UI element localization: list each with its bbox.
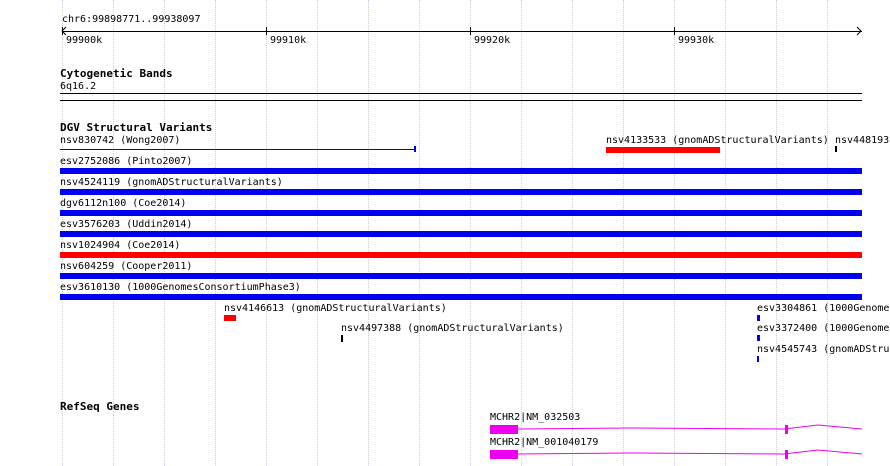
- variant-bar[interactable]: [60, 273, 862, 279]
- variant-label[interactable]: esv2752086 (Pinto2007): [60, 156, 192, 168]
- variant-end-tick: [414, 146, 416, 152]
- transcript-exon[interactable]: [490, 450, 518, 459]
- variant-bar[interactable]: [60, 210, 862, 216]
- ruler-tick-label: 99910k: [270, 35, 307, 46]
- variant-mark[interactable]: [835, 146, 837, 152]
- variant-bar[interactable]: [60, 294, 862, 300]
- transcript-exon[interactable]: [490, 425, 518, 434]
- variant-label[interactable]: nsv604259 (Cooper2011): [60, 261, 192, 273]
- variant-label[interactable]: nsv4481932: [835, 135, 890, 147]
- variant-bar[interactable]: [60, 252, 862, 258]
- variant-label[interactable]: nsv4497388 (gnomADStructuralVariants): [341, 323, 564, 335]
- variant-label[interactable]: nsv4524119 (gnomADStructuralVariants): [60, 177, 283, 189]
- variant-bar[interactable]: [606, 147, 720, 153]
- variant-mark[interactable]: [757, 335, 760, 341]
- variant-label[interactable]: nsv4133533 (gnomADStructuralVariants): [606, 135, 829, 147]
- variant-label[interactable]: nsv830742 (Wong2007): [60, 135, 180, 147]
- ruler-tick-label: 99920k: [474, 35, 511, 46]
- cytoband-bar-top: [60, 93, 862, 94]
- ruler-tick: [470, 27, 471, 35]
- variant-label[interactable]: esv3576203 (Uddin2014): [60, 219, 192, 231]
- variant-mark[interactable]: [757, 315, 760, 321]
- variant-bar[interactable]: [224, 315, 236, 321]
- variant-mark[interactable]: [757, 356, 759, 362]
- track-title: DGV Structural Variants: [60, 121, 213, 134]
- track-title: RefSeq Genes: [60, 400, 140, 413]
- ruler-right-arrow: [856, 26, 862, 36]
- variant-label[interactable]: dgv6112n100 (Coe2014): [60, 198, 186, 210]
- variant-bar[interactable]: [60, 168, 862, 174]
- variant-line[interactable]: [60, 149, 416, 150]
- ruler-tick: [62, 27, 63, 35]
- variant-bar[interactable]: [60, 231, 862, 237]
- variant-bar[interactable]: [60, 189, 862, 195]
- ruler-tick-label: 99900k: [66, 35, 103, 46]
- ruler-tick-label: 99930k: [678, 35, 715, 46]
- ruler-tick: [674, 27, 675, 35]
- ruler-axis: [62, 31, 862, 32]
- transcript-exon[interactable]: [785, 450, 788, 459]
- variant-label[interactable]: nsv1024904 (Coe2014): [60, 240, 180, 252]
- track-title: Cytogenetic Bands: [60, 67, 173, 80]
- transcript-exon[interactable]: [785, 425, 788, 434]
- variant-label[interactable]: esv3304861 (1000Genomes: [757, 303, 890, 315]
- variant-mark[interactable]: [341, 335, 343, 342]
- transcript-intron-line: [518, 449, 862, 455]
- cytoband-label[interactable]: 6q16.2: [60, 81, 96, 93]
- ruler-coordinates: chr6:99898771..99938097: [62, 14, 201, 25]
- variant-label[interactable]: esv3372400 (1000Genomes: [757, 323, 890, 335]
- variant-label[interactable]: nsv4146613 (gnomADStructuralVariants): [224, 303, 447, 315]
- variant-label[interactable]: nsv4545743 (gnomADStruc: [757, 344, 890, 356]
- variant-label[interactable]: esv3610130 (1000GenomesConsortiumPhase3): [60, 282, 301, 294]
- cytoband-bar-bottom: [60, 100, 862, 101]
- ruler-tick: [266, 27, 267, 35]
